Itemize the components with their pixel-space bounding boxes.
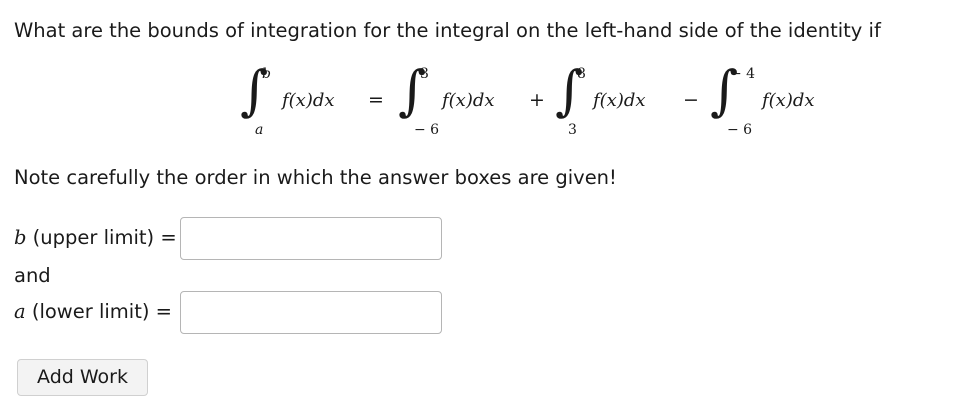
upper-limit-label: b (upper limit) = — [14, 226, 177, 249]
lower-limit: a — [255, 122, 264, 138]
upper-limit-input[interactable] — [180, 217, 442, 260]
upper-limit-variable: b — [14, 226, 27, 249]
lower-limit: 3 — [568, 122, 577, 138]
note-text: Note carefully the order in which the an… — [14, 166, 617, 189]
integral-identity: ∫ b a f(x)dx = ∫ 3 − 6 f(x)dx + ∫ 8 3 f(… — [240, 62, 860, 146]
question-text: What are the bounds of integration for t… — [14, 19, 881, 42]
add-work-button[interactable]: Add Work — [17, 359, 148, 396]
lower-limit-input[interactable] — [180, 291, 442, 334]
lower-limit-variable: a — [14, 300, 26, 323]
integrand: f(x)dx — [282, 90, 335, 111]
integrand: f(x)dx — [762, 90, 815, 111]
equals-operator: = — [368, 89, 384, 111]
upper-limit: 8 — [577, 66, 586, 82]
upper-limit-label-text: (upper limit) = — [26, 226, 177, 249]
and-label: and — [14, 264, 51, 287]
upper-limit: − 4 — [730, 66, 756, 82]
lower-limit-label: a (lower limit) = — [14, 300, 172, 323]
integrand: f(x)dx — [593, 90, 646, 111]
lower-limit: − 6 — [727, 122, 753, 138]
upper-limit: 3 — [420, 66, 429, 82]
plus-operator: + — [529, 89, 545, 111]
integrand: f(x)dx — [442, 90, 495, 111]
lower-limit-label-text: (lower limit) = — [25, 300, 172, 323]
minus-operator: − — [683, 89, 699, 111]
lower-limit: − 6 — [414, 122, 440, 138]
upper-limit: b — [262, 66, 271, 82]
